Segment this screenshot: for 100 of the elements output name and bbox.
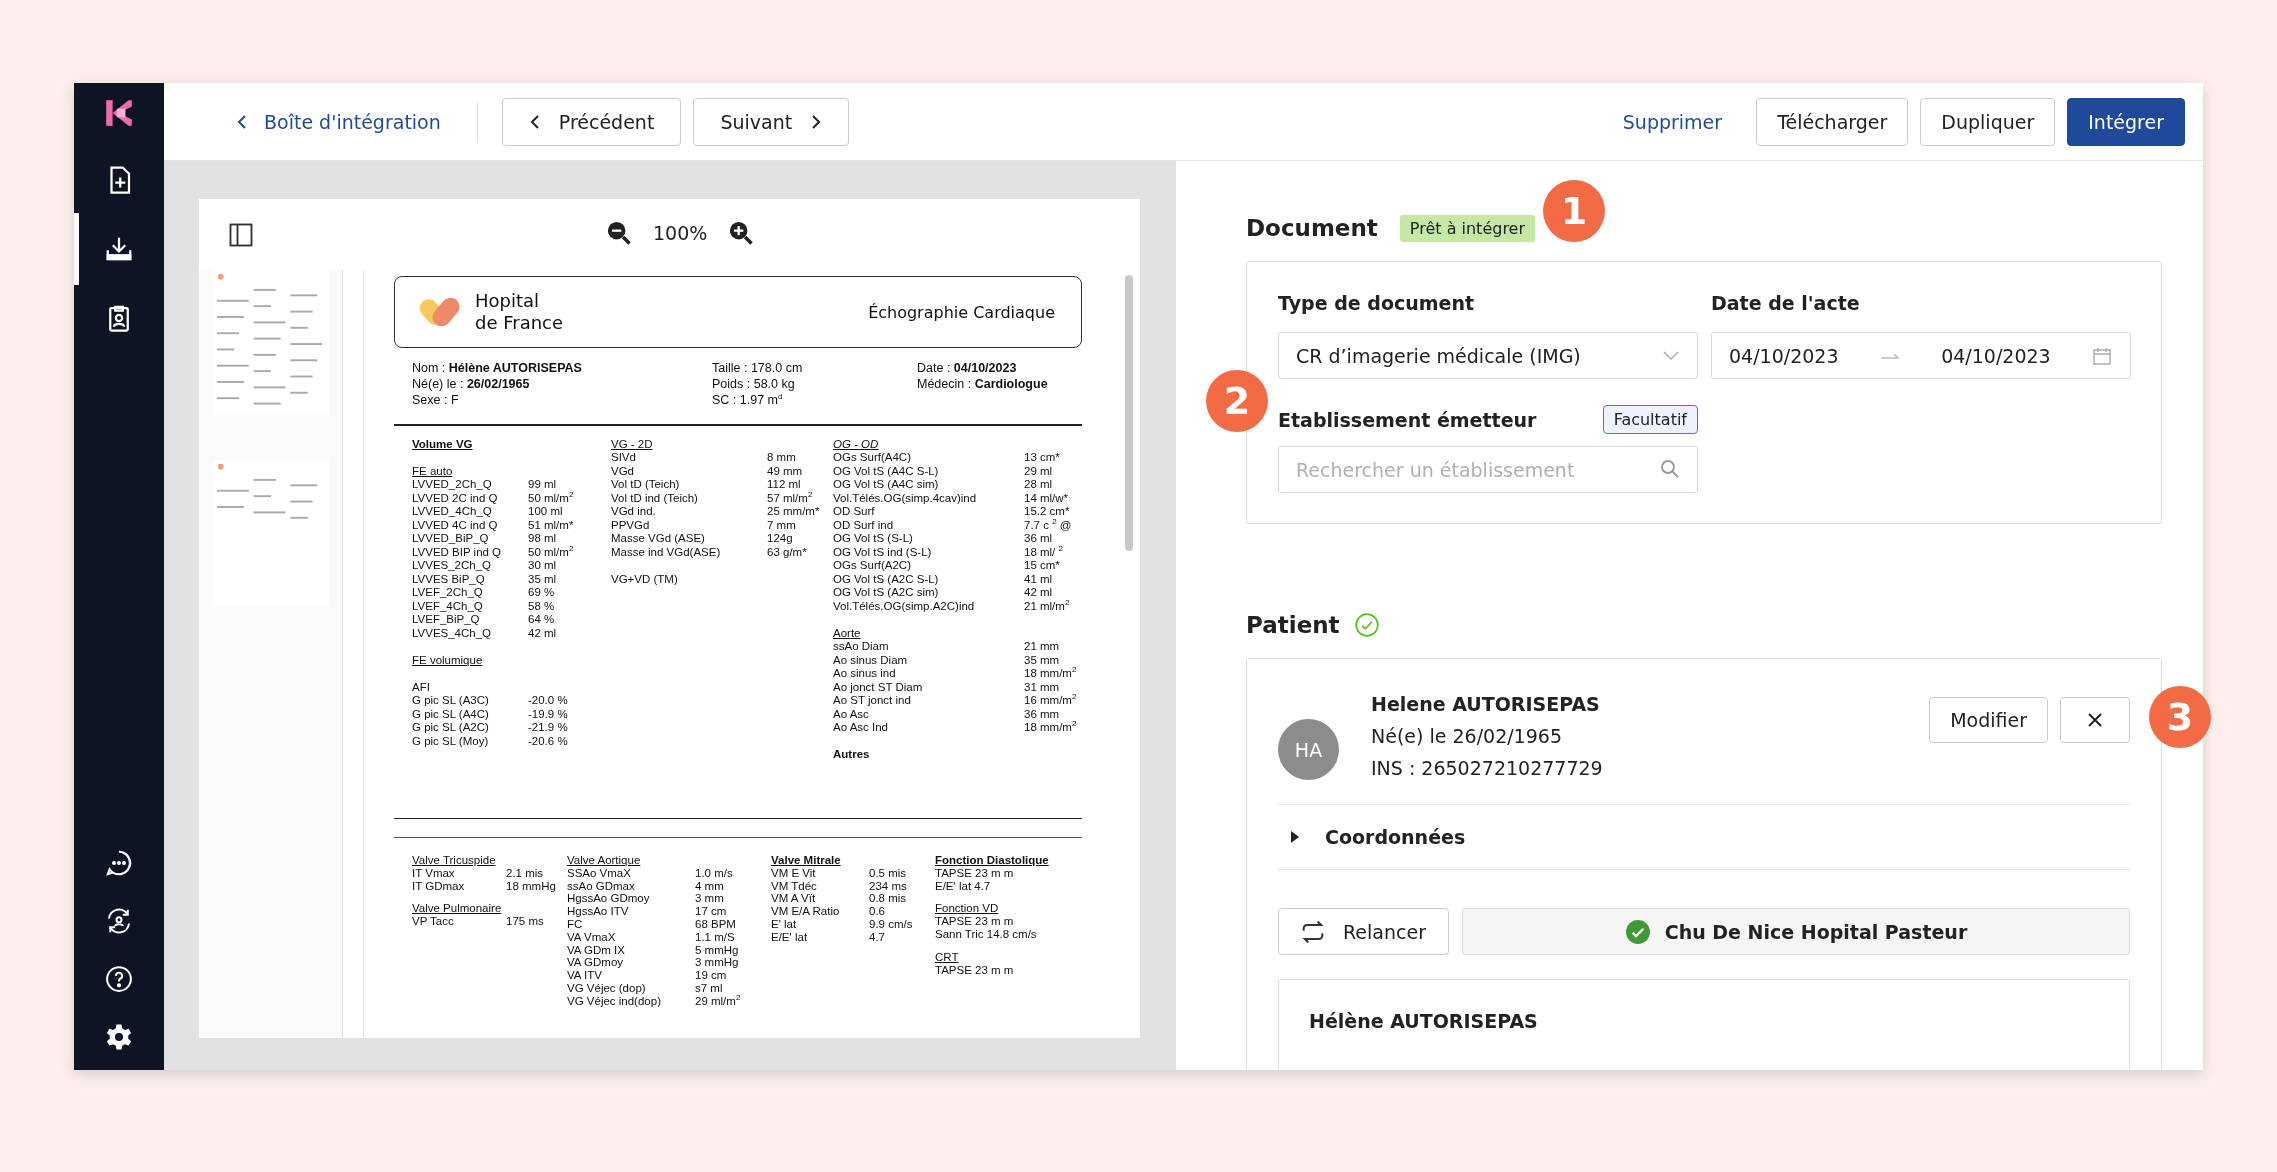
patient-birthdate: Né(e) le 26/02/1965 (1371, 725, 1563, 747)
measure-value: 42 ml (1024, 586, 1053, 600)
previous-button[interactable]: Précédent (501, 97, 682, 146)
patient-info: SC : 1.97 m$^{d}$ (712, 392, 784, 408)
measure-label: LVEF_4Ch_Q (412, 599, 484, 613)
section-heading: Fonction VD (935, 902, 999, 915)
action-button[interactable]: Télécharger (1756, 97, 1909, 146)
measure-label: Ao Asc Ind (833, 721, 889, 735)
measure-value: 3 mmHg (695, 956, 739, 970)
measure-label: VG Véjec (dop) (567, 981, 647, 995)
measure-value: 7.7 c $^{2}$ @ (1024, 518, 1072, 532)
measure-value: s7 ml (695, 981, 723, 995)
measure-value: 51 ml/m* (528, 518, 574, 532)
measure-label: VGd ind. (611, 505, 657, 519)
measure-value: 99 ml (528, 478, 557, 492)
measure-label: LVEF_BiP_Q (412, 613, 481, 627)
close-button[interactable] (2060, 697, 2130, 743)
measure-label: IT Vmax (412, 866, 456, 880)
search-field[interactable]: Rechercher un établissement (1278, 446, 1698, 493)
measure-value: 18 ml/ $^{2}$ (1024, 545, 1063, 559)
measure-label: Ao jonct ST Diam (833, 680, 924, 694)
measure-label: FC (567, 918, 584, 931)
field-label: Date de l'acte (1711, 292, 1861, 314)
measure-label: HgssAo GDmoy (567, 892, 651, 906)
measure-value: 63 g/m* (767, 545, 807, 559)
patient-info: Médecin : Cardiologue (917, 376, 1048, 392)
record-name: Hélène AUTORISEPAS (1309, 1010, 1538, 1032)
measure-value: 36 mm (1024, 707, 1060, 721)
retry-button[interactable]: Relancer (1278, 908, 1449, 955)
measure-label: Ao sinus ind (833, 667, 897, 681)
measure-label: VA ITV (567, 969, 603, 982)
back-link[interactable]: Boîte d'intégration (236, 110, 465, 133)
measure-value: 64 % (528, 613, 555, 627)
patient-info: Date : 04/10/2023 (917, 360, 1018, 376)
chevron-right-icon (810, 113, 823, 130)
measure-value: -19.9 % (528, 707, 568, 721)
measure-label: TAPSE 23 m m (935, 963, 1015, 977)
measure-label: Ao ST jonct ind (833, 694, 912, 708)
measure-label: VP Tacc (412, 915, 455, 928)
measure-value: 0.5 mis (869, 866, 907, 880)
measure-value: 15.2 cm* (1024, 505, 1070, 519)
scrollbar[interactable] (1125, 275, 1133, 551)
chevron-left-icon (236, 113, 248, 130)
measure-value: 16 mm/m$^{2}$ (1024, 694, 1077, 708)
section-heading: VG - 2D (611, 437, 653, 450)
measure-label: Vol tD (Teich) (611, 478, 681, 492)
measure-label: LVVED_2Ch_Q (412, 478, 493, 492)
measure-value: 21 mm (1024, 640, 1060, 654)
measure-value: 21 ml/m$^{2}$ (1024, 599, 1070, 613)
measure-label: ssAo GDmax (567, 879, 636, 893)
measure-label: Vol tD ind (Teich) (611, 491, 699, 505)
measure-label: Ao Asc (833, 707, 870, 721)
measure-label: E' lat (771, 918, 798, 931)
measure-label: LVVED BIP ind Q (412, 545, 503, 559)
measure-label: G pic SL (A4C) (412, 707, 490, 721)
measure-label: SIVd (611, 451, 637, 465)
settings-icon (104, 1022, 134, 1052)
measure-label: OG Vol tS (A2C sim) (833, 586, 940, 600)
search-icon (1660, 459, 1680, 479)
action-button[interactable]: Intégrer (2067, 97, 2185, 146)
edit-button[interactable]: Modifier (1929, 697, 2048, 743)
action-button[interactable]: Dupliquer (1920, 97, 2056, 146)
measure-label: VA GDmoy (567, 956, 625, 970)
measure-label: G pic SL (Moy) (412, 734, 490, 748)
section-heading: FE volumique (412, 653, 483, 666)
chat-icon (104, 848, 134, 878)
hospital-name: Hopital de France (475, 290, 565, 334)
measure-value: 98 ml (528, 532, 557, 546)
calendar-icon (2091, 345, 2112, 366)
measure-label: Masse VGd (ASE) (611, 532, 706, 546)
zoom-out-button[interactable] (605, 219, 633, 247)
measure-label: OD Surf (833, 505, 876, 519)
measure-value: 25 mm/m* (767, 505, 820, 519)
measure-label: VG Véjec ind(dop) (567, 994, 662, 1008)
document-type-select[interactable]: CR d’imagerie médicale (IMG) (1278, 332, 1698, 379)
status-badge: Prêt à intégrer (1399, 214, 1536, 242)
measure-label: E/E' lat 4.7 (935, 879, 992, 893)
measure-value: 19 cm (695, 969, 727, 982)
measure-label: TAPSE 23 m m (935, 866, 1015, 880)
measure-value: 35 ml (528, 572, 557, 586)
measure-label: VA VmaX (567, 930, 617, 944)
measure-value: 0.8 mis (869, 892, 907, 906)
section-title: Patient (1246, 612, 1340, 638)
measure-label: G pic SL (A3C) (412, 694, 490, 708)
measure-label: OD Surf ind (833, 518, 895, 532)
measure-value: 18 mmHg (506, 879, 556, 893)
measure-label: IT GDmax (412, 879, 466, 893)
measure-value: 42 ml (528, 626, 557, 640)
date-range-field[interactable]: 04/10/2023 04/10/2023 (1711, 332, 2131, 379)
measure-label: VGd (611, 464, 635, 478)
measure-label: OG Vol tS (A2C S-L) (833, 572, 940, 586)
measure-label: LVVES_4Ch_Q (412, 626, 493, 640)
measure-value: 4 mm (695, 879, 724, 893)
delete-link[interactable]: Supprimer (1600, 97, 1745, 146)
measure-value: 9.9 cm/s (869, 918, 913, 931)
measure-value: 36 ml (1024, 532, 1053, 546)
measure-value: 29 ml (1024, 464, 1053, 478)
measure-value: 68 BPM (695, 918, 736, 931)
contact-toggle[interactable]: Coordonnées (1278, 809, 1466, 865)
next-button[interactable]: Suivant (693, 97, 850, 146)
